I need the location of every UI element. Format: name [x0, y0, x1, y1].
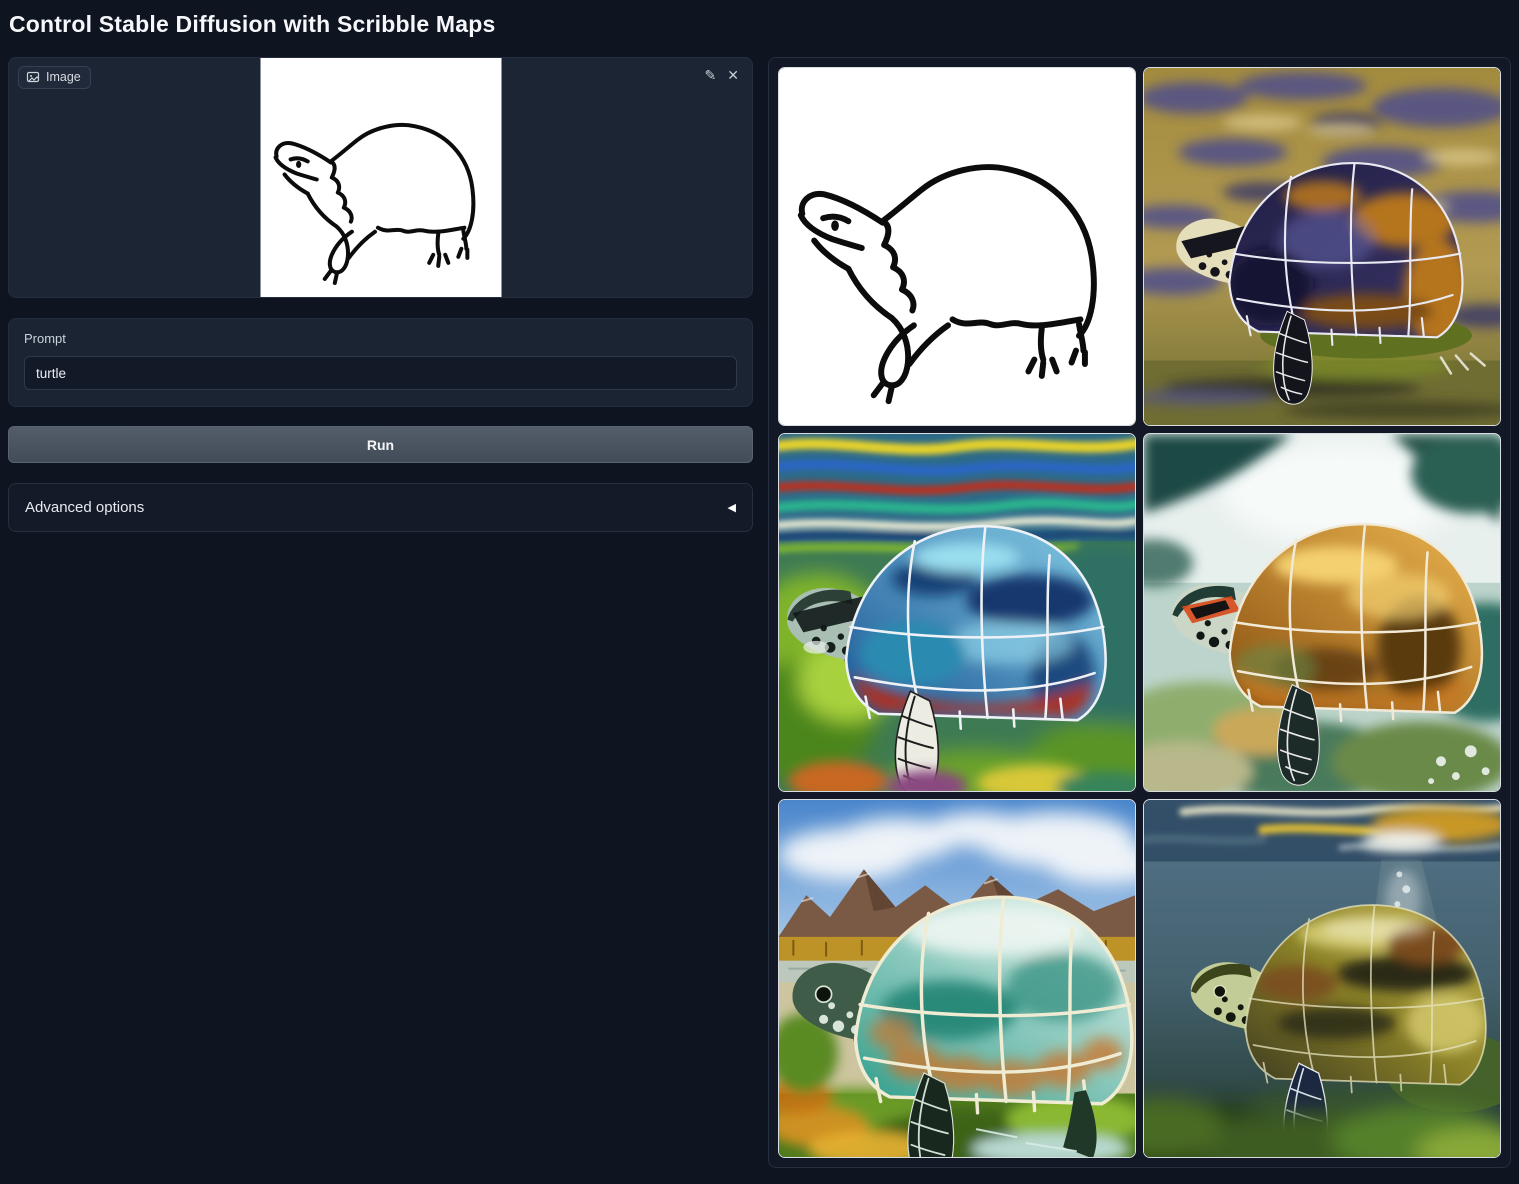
advanced-options-label: Advanced options [25, 499, 144, 516]
gallery-item-generated-4[interactable] [778, 799, 1136, 1158]
gallery-image-generated-2 [779, 434, 1135, 791]
left-column: Image ✎ ✕ Prompt Run Advanced options ◀ [8, 57, 753, 532]
gallery-image-generated-3 [1144, 434, 1500, 791]
image-icon [26, 70, 40, 84]
gallery-item-generated-3[interactable] [1143, 433, 1501, 792]
prompt-input[interactable] [24, 356, 737, 390]
scribble-turtle-drawing [260, 58, 501, 298]
gallery-image-generated-5 [1144, 800, 1500, 1157]
page-title: Control Stable Diffusion with Scribble M… [9, 11, 496, 38]
image-input-panel[interactable]: Image ✎ ✕ [8, 57, 753, 298]
prompt-panel: Prompt [8, 318, 753, 407]
close-icon[interactable]: ✕ [727, 65, 739, 85]
gallery-image-generated-1 [1144, 68, 1500, 425]
chevron-left-icon: ◀ [728, 501, 736, 514]
gallery-image-scribble [779, 68, 1135, 425]
prompt-label: Prompt [24, 331, 737, 346]
gallery-image-generated-4 [779, 800, 1135, 1157]
advanced-options-accordion[interactable]: Advanced options ◀ [8, 483, 753, 532]
gallery-item-generated-1[interactable] [1143, 67, 1501, 426]
run-button[interactable]: Run [8, 426, 753, 463]
output-gallery [768, 57, 1511, 1168]
scribble-image[interactable] [260, 58, 501, 297]
gallery-item-generated-2[interactable] [778, 433, 1136, 792]
image-input-label-text: Image [46, 70, 81, 84]
gallery-grid [778, 67, 1501, 1158]
edit-icon[interactable]: ✎ [705, 65, 717, 85]
gallery-item-generated-5[interactable] [1143, 799, 1501, 1158]
gallery-item-scribble[interactable] [778, 67, 1136, 426]
image-input-label: Image [18, 66, 91, 89]
